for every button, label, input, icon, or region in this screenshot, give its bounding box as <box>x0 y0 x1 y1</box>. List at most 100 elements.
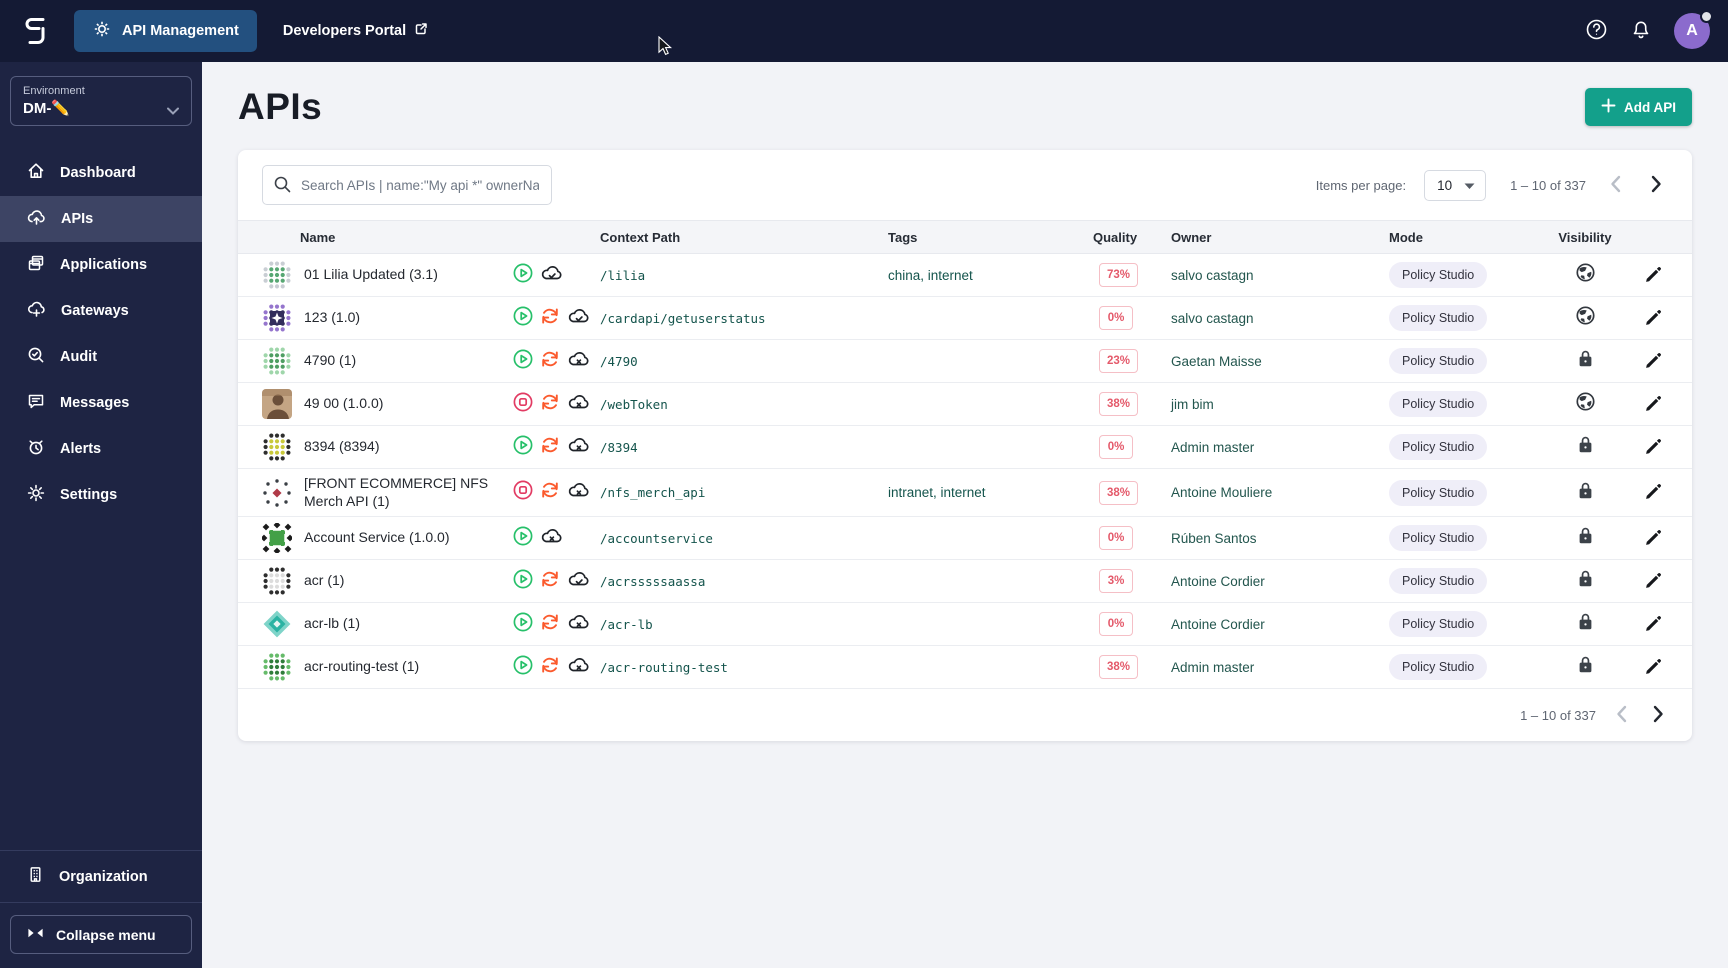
api-row[interactable]: 01 Lilia Updated (3.1) /lilia china, int… <box>238 254 1692 297</box>
edit-api-button[interactable] <box>1640 609 1668 640</box>
mode-badge: Policy Studio <box>1389 611 1488 637</box>
sidebar-item-apis[interactable]: APIs <box>0 196 202 242</box>
cloud-x-icon <box>566 654 592 681</box>
api-owner: salvo castagn <box>1171 267 1254 283</box>
api-row[interactable]: 4790 (1) /4790 23% Gaetan Maisse Policy … <box>238 340 1692 383</box>
edit-api-button[interactable] <box>1640 260 1668 291</box>
next-page-button[interactable] <box>1645 171 1668 200</box>
cloud-x-icon <box>566 391 592 418</box>
api-name: acr-routing-test (1) <box>304 658 420 675</box>
collapse-menu-button[interactable]: Collapse menu <box>10 915 192 954</box>
mode-badge: Policy Studio <box>1389 305 1488 331</box>
help-button[interactable] <box>1585 18 1608 44</box>
mode-badge: Policy Studio <box>1389 479 1488 506</box>
lock-icon <box>1576 611 1595 637</box>
sidebar-item-gateways[interactable]: Gateways <box>0 288 202 334</box>
chevron-down-icon <box>167 103 179 118</box>
api-owner: jim bim <box>1171 396 1214 412</box>
sidebar-item-dashboard[interactable]: Dashboard <box>0 150 202 196</box>
context-path: /4790 <box>600 353 638 369</box>
presence-dot <box>1700 10 1713 23</box>
globe-icon <box>1575 391 1596 417</box>
user-avatar[interactable]: A <box>1674 10 1713 49</box>
pencil-icon <box>1644 484 1664 504</box>
cloud-x-icon <box>566 348 592 375</box>
cloud-check-icon <box>539 262 565 289</box>
items-per-page-label: Items per page: <box>1315 177 1407 193</box>
start-icon <box>512 611 534 638</box>
edit-api-button[interactable] <box>1640 566 1668 597</box>
notifications-button[interactable] <box>1630 18 1652 44</box>
pencil-icon <box>1644 395 1664 416</box>
api-avatar <box>262 566 292 596</box>
pencil-icon <box>1644 529 1664 550</box>
sidebar-item-applications[interactable]: Applications <box>0 242 202 288</box>
cloud-gateway-icon <box>26 299 47 323</box>
sidebar-item-settings[interactable]: Settings <box>0 472 202 518</box>
edit-api-button[interactable] <box>1640 389 1668 420</box>
audit-icon <box>26 345 46 369</box>
previous-page-button[interactable] <box>1604 171 1627 200</box>
mode-badge: Policy Studio <box>1389 568 1488 594</box>
api-row[interactable]: acr-routing-test (1) /acr-routing-test 3… <box>238 646 1692 689</box>
sidebar-item-messages[interactable]: Messages <box>0 380 202 426</box>
column-header-context-path: Context Path <box>600 229 681 245</box>
environment-value: DM-✏️ <box>23 100 70 117</box>
edit-api-button[interactable] <box>1640 303 1668 334</box>
environment-selector[interactable]: Environment DM-✏️ <box>10 76 192 126</box>
search-apis-input[interactable] <box>262 165 552 205</box>
cloud-upload-icon <box>26 207 47 231</box>
api-row[interactable]: acr-lb (1) /acr-lb 0% Antoine Cordier Po… <box>238 603 1692 646</box>
start-icon <box>512 262 534 289</box>
quality-badge: 0% <box>1099 306 1133 330</box>
start-icon <box>512 654 534 681</box>
lock-icon <box>1576 480 1595 506</box>
pencil-icon <box>1644 352 1664 373</box>
api-row[interactable]: 123 (1.0) /cardapi/getuserstatus 0% salv… <box>238 297 1692 340</box>
api-row[interactable]: [FRONT ECOMMERCE] NFS Merch API (1) /nfs… <box>238 469 1692 517</box>
developers-portal-link[interactable]: Developers Portal <box>283 22 428 40</box>
context-path: /acr-lb <box>600 616 653 632</box>
sidebar-item-audit[interactable]: Audit <box>0 334 202 380</box>
api-owner: Antoine Cordier <box>1171 573 1265 589</box>
pencil-icon <box>1644 438 1664 459</box>
gear-icon <box>26 483 46 507</box>
api-avatar <box>262 523 292 553</box>
api-row[interactable]: 49 00 (1.0.0) /webToken 38% jim bim Poli… <box>238 383 1692 426</box>
out-of-sync-icon <box>539 391 561 418</box>
pencil-icon <box>1644 658 1664 679</box>
context-path: /acr-routing-test <box>600 659 728 675</box>
environment-label: Environment <box>23 85 85 97</box>
column-header-mode: Mode <box>1389 229 1423 245</box>
api-row[interactable]: acr (1) /acrsssssaassa 3% Antoine Cordie… <box>238 560 1692 603</box>
api-management-switcher[interactable]: API Management <box>74 10 257 52</box>
edit-api-button[interactable] <box>1640 346 1668 377</box>
collapse-menu-label: Collapse menu <box>56 926 156 943</box>
sidebar-item-alerts[interactable]: Alerts <box>0 426 202 472</box>
user-avatar-initial: A <box>1686 22 1698 39</box>
quality-badge: 38% <box>1099 480 1139 505</box>
api-name: 8394 (8394) <box>304 438 380 455</box>
globe-icon <box>1575 262 1596 288</box>
sidebar-item-label: Messages <box>60 395 130 411</box>
edit-api-button[interactable] <box>1640 477 1668 508</box>
edit-api-button[interactable] <box>1640 523 1668 554</box>
previous-page-button[interactable] <box>1610 701 1633 730</box>
context-path: /8394 <box>600 439 638 455</box>
sidebar: Environment DM-✏️ Dashboard APIs Applicati… <box>0 62 202 968</box>
api-row[interactable]: 8394 (8394) /8394 0% Admin master Policy… <box>238 426 1692 469</box>
sidebar-item-organization[interactable]: Organization <box>0 851 202 902</box>
next-page-button[interactable] <box>1647 701 1670 730</box>
context-path: /cardapi/getuserstatus <box>600 310 766 326</box>
column-header-quality: Quality <box>1093 229 1138 245</box>
out-of-sync-icon <box>539 568 561 595</box>
add-api-button[interactable]: Add API <box>1585 88 1692 126</box>
start-icon <box>512 525 534 552</box>
table-header-row: Name Context Path Tags Quality Owner Mod… <box>238 220 1692 254</box>
items-per-page-select[interactable]: 10 <box>1424 169 1487 201</box>
edit-api-button[interactable] <box>1640 432 1668 463</box>
api-row[interactable]: Account Service (1.0.0) /accountservice … <box>238 517 1692 560</box>
edit-api-button[interactable] <box>1640 652 1668 683</box>
out-of-sync-icon <box>539 611 561 638</box>
api-tags: china, internet <box>888 267 973 283</box>
